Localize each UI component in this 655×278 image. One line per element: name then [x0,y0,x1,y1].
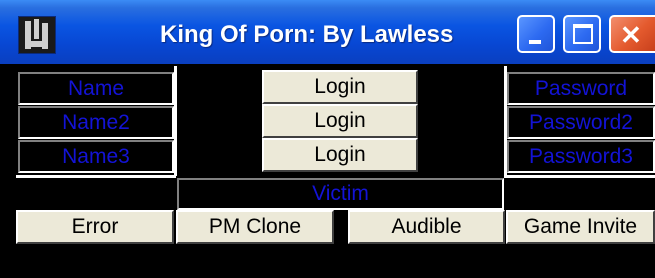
audible-button[interactable]: Audible [348,210,505,244]
maximize-button[interactable] [563,15,601,53]
close-button[interactable]: ✕ [609,15,655,53]
divider-right [504,66,507,176]
login-button-2[interactable]: Login [262,104,418,138]
name-field[interactable]: Name [18,72,174,105]
title-bar[interactable]: King Of Porn: By Lawless ✕ [0,0,655,64]
game-invite-button[interactable]: Game Invite [506,210,655,244]
login-button-1[interactable]: Login [262,70,418,104]
name2-field[interactable]: Name2 [18,106,174,139]
app-window: King Of Porn: By Lawless ✕ Name Name2 Na… [0,0,655,278]
password3-field[interactable]: Password3 [507,140,655,173]
password2-field[interactable]: Password2 [507,106,655,139]
pm-clone-button[interactable]: PM Clone [176,210,334,244]
minimize-icon [529,40,541,44]
victim-field[interactable]: Victim [177,178,504,210]
window-title: King Of Porn: By Lawless [160,21,454,48]
maximize-icon [573,24,593,44]
password-field[interactable]: Password [507,72,655,105]
minimize-button[interactable] [517,15,555,53]
divider-left [174,66,177,176]
login-button-3[interactable]: Login [262,138,418,172]
divider-row [16,175,176,178]
error-button[interactable]: Error [16,210,174,244]
close-icon: ✕ [620,20,642,50]
name3-field[interactable]: Name3 [18,140,174,173]
divider-row-right [504,175,655,178]
app-icon [18,16,56,54]
